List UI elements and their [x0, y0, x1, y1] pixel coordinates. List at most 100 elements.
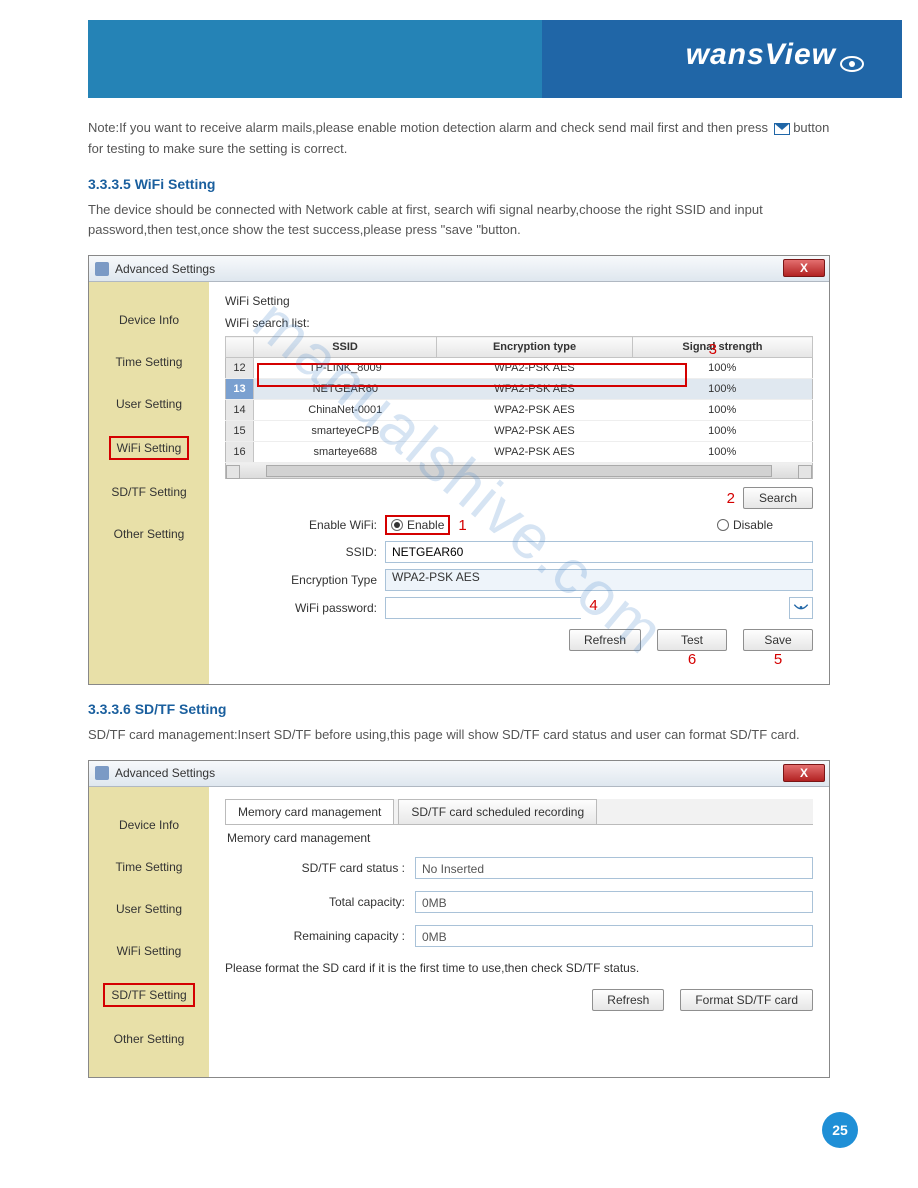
cell-idx: 16: [226, 442, 254, 463]
th-idx: [226, 337, 254, 358]
disable-radio-wrap[interactable]: Disable: [717, 518, 773, 532]
password-input[interactable]: [385, 597, 581, 619]
wifi-heading: 3.3.3.5 WiFi Setting: [88, 176, 830, 192]
enc-label: Encryption Type: [225, 573, 385, 587]
cell-ssid: NETGEAR60: [254, 379, 437, 400]
wifi-table: SSID Encryption type Signal strength 12 …: [225, 336, 813, 463]
th-ssid: SSID: [254, 337, 437, 358]
sd-main-panel: Memory card management SD/TF card schedu…: [209, 787, 829, 1077]
refresh-button[interactable]: Refresh: [569, 629, 641, 651]
window-titlebar: Advanced Settings X: [89, 256, 829, 282]
h-scrollbar[interactable]: [225, 463, 813, 479]
show-password-button[interactable]: [789, 597, 813, 619]
cell-ssid: ChinaNet-0001: [254, 400, 437, 421]
wifi-table-wrap: SSID Encryption type Signal strength 12 …: [225, 336, 813, 479]
sidebar-item-sd-setting[interactable]: SD/TF Setting: [105, 482, 192, 502]
callout-4: 4: [589, 597, 597, 619]
pwd-label: WiFi password:: [225, 601, 385, 615]
radio-enable[interactable]: [391, 519, 403, 531]
status-label: SD/TF card status :: [225, 861, 415, 875]
cell-idx: 15: [226, 421, 254, 442]
cell-enc: WPA2-PSK AES: [437, 400, 633, 421]
sd-desc: SD/TF card management:Insert SD/TF befor…: [88, 725, 830, 746]
window-title: Advanced Settings: [115, 262, 215, 276]
section-label: Memory card management: [225, 825, 813, 845]
remain-value: 0MB: [415, 925, 813, 947]
callout-3: 3: [709, 341, 717, 358]
sidebar-item-sd-setting[interactable]: SD/TF Setting: [103, 983, 194, 1007]
total-value: 0MB: [415, 891, 813, 913]
callout-1: 1: [458, 517, 466, 534]
wifi-list-label: WiFi search list:: [225, 316, 813, 330]
sidebar-item-time-setting[interactable]: Time Setting: [110, 352, 189, 372]
sd-screenshot: Advanced Settings X Device Info Time Set…: [88, 760, 830, 1078]
sidebar-item-other-setting[interactable]: Other Setting: [108, 1029, 191, 1049]
table-row-selected[interactable]: 13 NETGEAR60 WPA2-PSK AES 100%: [226, 379, 813, 400]
format-hint: Please format the SD card if it is the f…: [225, 961, 813, 975]
total-label: Total capacity:: [225, 895, 415, 909]
intro-note: Note:If you want to receive alarm mails,…: [88, 118, 830, 160]
enable-wifi-label: Enable WiFi:: [225, 518, 385, 532]
sidebar-item-device-info[interactable]: Device Info: [113, 310, 185, 330]
sd-sidebar: Device Info Time Setting User Setting Wi…: [89, 787, 209, 1077]
callout-2: 2: [727, 490, 735, 507]
sidebar-item-time-setting[interactable]: Time Setting: [110, 857, 189, 877]
format-sd-button[interactable]: Format SD/TF card: [680, 989, 813, 1011]
sd-tabs: Memory card management SD/TF card schedu…: [225, 799, 813, 825]
remain-label: Remaining capacity :: [225, 929, 415, 943]
search-button[interactable]: Search: [743, 487, 813, 509]
wifi-main-panel: WiFi Setting WiFi search list: SSID Encr…: [209, 282, 829, 684]
close-button[interactable]: X: [783, 259, 825, 277]
ssid-input[interactable]: [385, 541, 813, 563]
sidebar-item-wifi-setting[interactable]: WiFi Setting: [109, 436, 190, 460]
callout-5: 5: [743, 651, 813, 668]
close-button[interactable]: X: [783, 764, 825, 782]
cell-idx: 13: [226, 379, 254, 400]
table-row[interactable]: 16 smarteye688 WPA2-PSK AES 100%: [226, 442, 813, 463]
enc-select[interactable]: WPA2-PSK AES: [385, 569, 813, 591]
cell-idx: 12: [226, 358, 254, 379]
table-row[interactable]: 14 ChinaNet-0001 WPA2-PSK AES 100%: [226, 400, 813, 421]
brand-text: wansView: [686, 38, 836, 72]
th-sig: Signal strength: [632, 337, 812, 358]
wifi-sidebar: Device Info Time Setting User Setting Wi…: [89, 282, 209, 684]
cell-enc: WPA2-PSK AES: [437, 421, 633, 442]
wifi-screenshot: manualshive.com Advanced Settings X Devi…: [88, 255, 830, 685]
enable-opt-label: Enable: [407, 518, 444, 532]
test-button[interactable]: Test: [657, 629, 727, 651]
app-icon: [95, 766, 109, 780]
cell-sig: 100%: [632, 421, 812, 442]
table-row[interactable]: 15 smarteyeCPB WPA2-PSK AES 100%: [226, 421, 813, 442]
table-row[interactable]: 12 TP-LINK_8009 WPA2-PSK AES 100%: [226, 358, 813, 379]
sd-refresh-button[interactable]: Refresh: [592, 989, 664, 1011]
cell-enc: WPA2-PSK AES: [437, 442, 633, 463]
callout-6: 6: [657, 651, 727, 668]
sidebar-item-user-setting[interactable]: User Setting: [110, 899, 188, 919]
radio-disable[interactable]: [717, 519, 729, 531]
brand-logo: wansView: [686, 38, 868, 72]
sidebar-item-device-info[interactable]: Device Info: [113, 815, 185, 835]
cell-sig: 100%: [632, 442, 812, 463]
tab-memory-card[interactable]: Memory card management: [225, 799, 394, 824]
panel-title: WiFi Setting: [225, 294, 813, 308]
page-header: wansView: [0, 0, 918, 98]
ssid-label: SSID:: [225, 545, 385, 559]
cell-idx: 14: [226, 400, 254, 421]
window-title: Advanced Settings: [115, 766, 215, 780]
save-button[interactable]: Save: [743, 629, 813, 651]
sidebar-item-user-setting[interactable]: User Setting: [110, 394, 188, 414]
cell-ssid: smarteyeCPB: [254, 421, 437, 442]
cell-enc: WPA2-PSK AES: [437, 358, 633, 379]
disable-opt-label: Disable: [733, 518, 773, 532]
cell-ssid: smarteye688: [254, 442, 437, 463]
banner-strip-left: [88, 20, 558, 98]
cell-ssid: TP-LINK_8009: [254, 358, 437, 379]
note-prefix: Note:If you want to receive alarm mails,…: [88, 120, 772, 135]
sidebar-item-other-setting[interactable]: Other Setting: [108, 524, 191, 544]
sd-heading: 3.3.3.6 SD/TF Setting: [88, 701, 830, 717]
enable-radio-wrap[interactable]: Enable: [385, 515, 450, 535]
mail-test-icon: [774, 123, 790, 135]
sidebar-item-wifi-setting[interactable]: WiFi Setting: [111, 941, 188, 961]
status-value: No Inserted: [415, 857, 813, 879]
tab-scheduled-recording[interactable]: SD/TF card scheduled recording: [398, 799, 597, 824]
